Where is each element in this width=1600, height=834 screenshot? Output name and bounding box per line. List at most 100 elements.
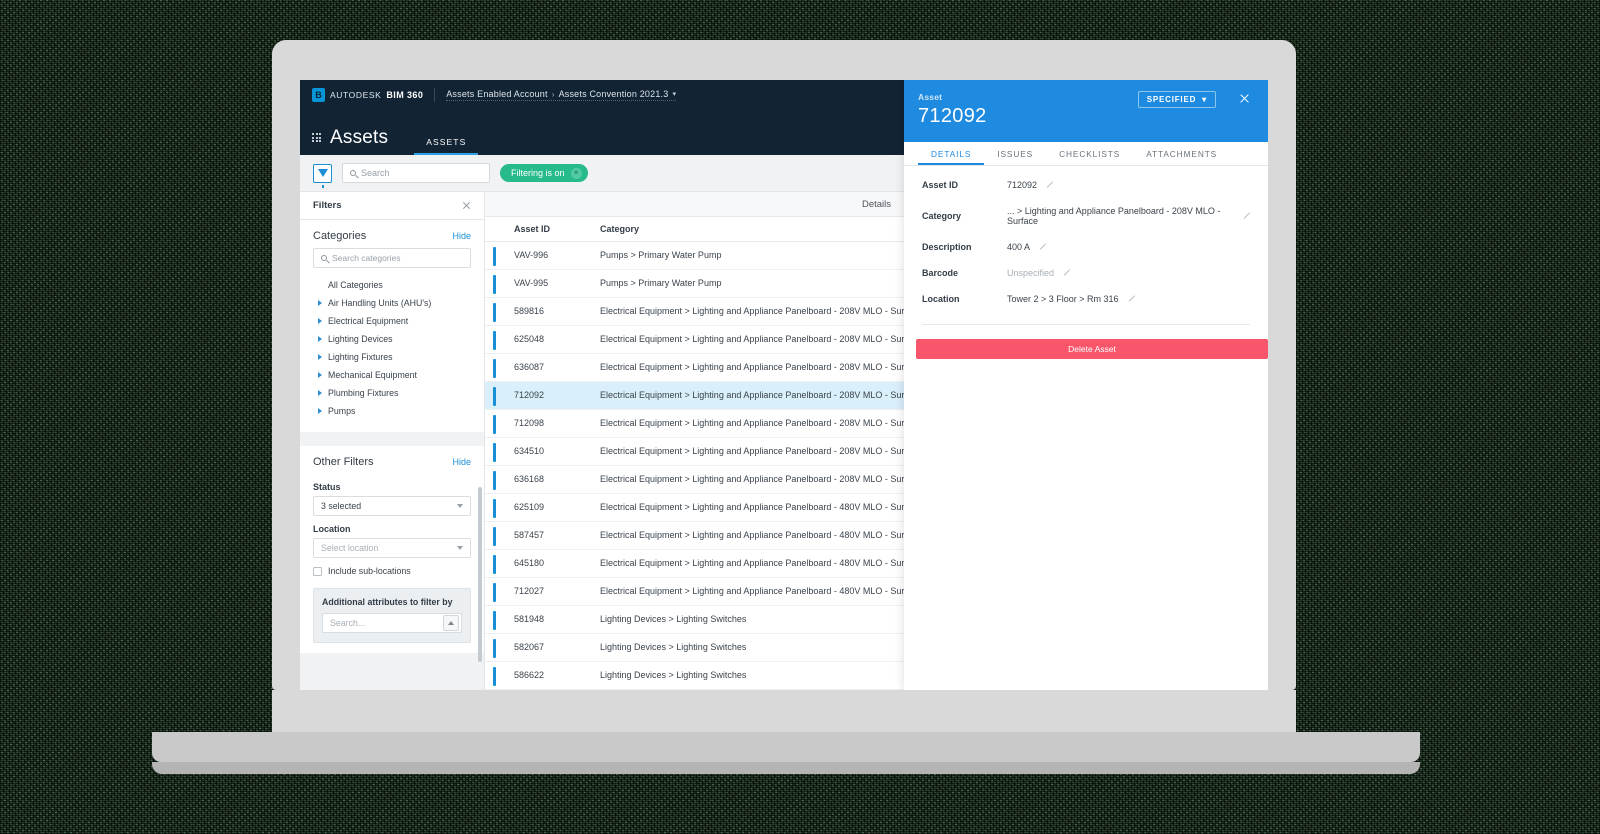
- category-label: Pumps: [328, 406, 356, 416]
- edit-pencil-icon[interactable]: [1045, 181, 1053, 189]
- field-value: 400 A: [1007, 242, 1031, 252]
- detail-fields: Asset ID 712092 Category ... > Lighting …: [904, 166, 1268, 320]
- tab-issues[interactable]: ISSUES: [984, 149, 1046, 165]
- category-item-pumps[interactable]: Pumps: [300, 402, 484, 420]
- breadcrumb-project[interactable]: Assets Convention 2021.3: [559, 89, 669, 99]
- include-sublocations-label: Include sub-locations: [328, 566, 411, 576]
- category-item-mechanical-equipment[interactable]: Mechanical Equipment: [300, 366, 484, 384]
- include-sublocations-checkbox[interactable]: [313, 566, 322, 576]
- cell-asset-id: 589816: [514, 306, 545, 317]
- categories-title: Categories: [313, 230, 367, 242]
- filters-panel-header: Filters: [300, 192, 484, 220]
- category-item-all[interactable]: All Categories: [300, 276, 484, 294]
- category-item-lighting-devices[interactable]: Lighting Devices: [300, 330, 484, 348]
- expand-triangle-icon[interactable]: [318, 354, 322, 360]
- panel-gap: [300, 432, 484, 446]
- breadcrumb-account[interactable]: Assets Enabled Account: [446, 89, 547, 99]
- row-accent-bar: [493, 526, 496, 546]
- additional-attributes-placeholder: Search...: [330, 618, 366, 628]
- chevron-up-icon: [448, 621, 454, 625]
- edit-pencil-icon[interactable]: [1038, 243, 1046, 251]
- filters-panel-title: Filters: [313, 200, 342, 211]
- status-select-value: 3 selected: [321, 501, 362, 511]
- filtering-status-badge[interactable]: Filtering is on ×: [500, 164, 588, 182]
- detail-tabs: DETAILS ISSUES CHECKLISTS ATTACHMENTS: [904, 142, 1268, 166]
- cell-asset-id: VAV-995: [514, 278, 549, 289]
- row-accent-bar: [493, 358, 496, 378]
- categories-search-placeholder: Search categories: [332, 253, 401, 263]
- field-label: Description: [922, 242, 972, 252]
- category-item-lighting-fixtures[interactable]: Lighting Fixtures: [300, 348, 484, 366]
- expand-triangle-icon[interactable]: [318, 372, 322, 378]
- additional-attributes-search-input[interactable]: Search...: [322, 613, 462, 633]
- expand-triangle-icon[interactable]: [318, 300, 322, 306]
- row-accent-bar: [493, 582, 496, 602]
- filters-panel: Filters Categories Hide Search categorie…: [300, 192, 485, 690]
- field-location: Location Tower 2 > 3 Floor > Rm 316: [922, 294, 1250, 304]
- category-item-plumbing-fixtures[interactable]: Plumbing Fixtures: [300, 384, 484, 402]
- category-item-electrical-equipment[interactable]: Electrical Equipment: [300, 312, 484, 330]
- clear-filters-icon[interactable]: ×: [570, 167, 582, 179]
- breadcrumb[interactable]: Assets Enabled Account › Assets Conventi…: [446, 89, 677, 101]
- cell-asset-id: VAV-996: [514, 250, 549, 261]
- filters-panel-scrollbar[interactable]: [478, 487, 482, 662]
- other-filters-body: Status 3 selected Location Select locati…: [300, 482, 484, 653]
- detail-divider: [922, 324, 1250, 325]
- field-value: ... > Lighting and Appliance Panelboard …: [1007, 206, 1221, 226]
- laptop-base-shadow: [152, 762, 1420, 774]
- include-sublocations-row[interactable]: Include sub-locations: [313, 566, 471, 576]
- category-label: Air Handling Units (AHU's): [328, 298, 432, 308]
- filter-toggle-button[interactable]: [313, 163, 332, 188]
- module-tabs: ASSETS: [414, 137, 479, 155]
- other-filters-card: Other Filters Hide Status 3 selected Loc…: [300, 446, 484, 653]
- autodesk-bim360-logo[interactable]: B AUTODESK BIM 360: [312, 88, 423, 102]
- additional-attributes-card: Additional attributes to filter by Searc…: [313, 588, 471, 643]
- categories-search-input[interactable]: Search categories: [313, 248, 471, 268]
- nav-divider: [434, 88, 436, 102]
- expand-triangle-icon[interactable]: [318, 318, 322, 324]
- category-item-ahu[interactable]: Air Handling Units (AHU's): [300, 294, 484, 312]
- status-dropdown-button[interactable]: SPECIFIED ▾: [1137, 91, 1216, 108]
- funnel-icon: [317, 169, 328, 188]
- tab-assets[interactable]: ASSETS: [414, 137, 479, 155]
- close-icon[interactable]: [462, 201, 471, 210]
- status-select[interactable]: 3 selected: [313, 496, 471, 516]
- location-select-placeholder: Select location: [321, 543, 379, 553]
- row-accent-bar: [493, 554, 496, 574]
- edit-pencil-icon[interactable]: [1062, 269, 1070, 277]
- field-description: Description 400 A: [922, 242, 1250, 252]
- close-icon[interactable]: [1239, 93, 1250, 104]
- expand-triangle-icon[interactable]: [318, 408, 322, 414]
- additional-attributes-collapse-button[interactable]: [443, 615, 459, 631]
- location-select[interactable]: Select location: [313, 538, 471, 558]
- tab-details[interactable]: DETAILS: [918, 149, 985, 165]
- edit-pencil-icon[interactable]: [1242, 212, 1250, 220]
- chevron-down-icon[interactable]: ▾: [672, 90, 676, 98]
- breadcrumb-separator-icon: ›: [551, 89, 555, 99]
- delete-asset-button[interactable]: Delete Asset: [916, 339, 1268, 359]
- row-accent-bar: [493, 274, 496, 294]
- field-asset-id: Asset ID 712092: [922, 180, 1250, 190]
- row-accent-bar: [493, 666, 496, 686]
- field-label: Asset ID: [922, 180, 959, 190]
- categories-hide-link[interactable]: Hide: [452, 231, 471, 241]
- other-filters-hide-link[interactable]: Hide: [452, 457, 471, 467]
- tab-attachments[interactable]: ATTACHMENTS: [1133, 149, 1230, 165]
- category-label: Lighting Devices: [328, 334, 393, 344]
- location-label: Location: [313, 524, 351, 534]
- row-accent-bar: [493, 246, 496, 266]
- field-value: Tower 2 > 3 Floor > Rm 316: [1007, 294, 1119, 304]
- apps-grid-icon[interactable]: [312, 133, 321, 142]
- search-input[interactable]: Search: [342, 163, 490, 183]
- chevron-down-icon: ▾: [1202, 95, 1207, 104]
- category-label: Mechanical Equipment: [328, 370, 417, 380]
- cell-asset-id: 645180: [514, 558, 545, 569]
- bim360-assets-app: B AUTODESK BIM 360 Assets Enabled Accoun…: [300, 80, 1268, 690]
- other-filters-header: Other Filters Hide: [300, 446, 484, 474]
- expand-triangle-icon[interactable]: [318, 336, 322, 342]
- tab-checklists[interactable]: CHECKLISTS: [1046, 149, 1133, 165]
- expand-triangle-icon[interactable]: [318, 390, 322, 396]
- edit-pencil-icon[interactable]: [1127, 295, 1135, 303]
- asset-detail-panel: Asset 712092 SPECIFIED ▾ DETAILS ISSUES …: [904, 80, 1268, 690]
- column-header-asset-id[interactable]: Asset ID: [485, 224, 600, 234]
